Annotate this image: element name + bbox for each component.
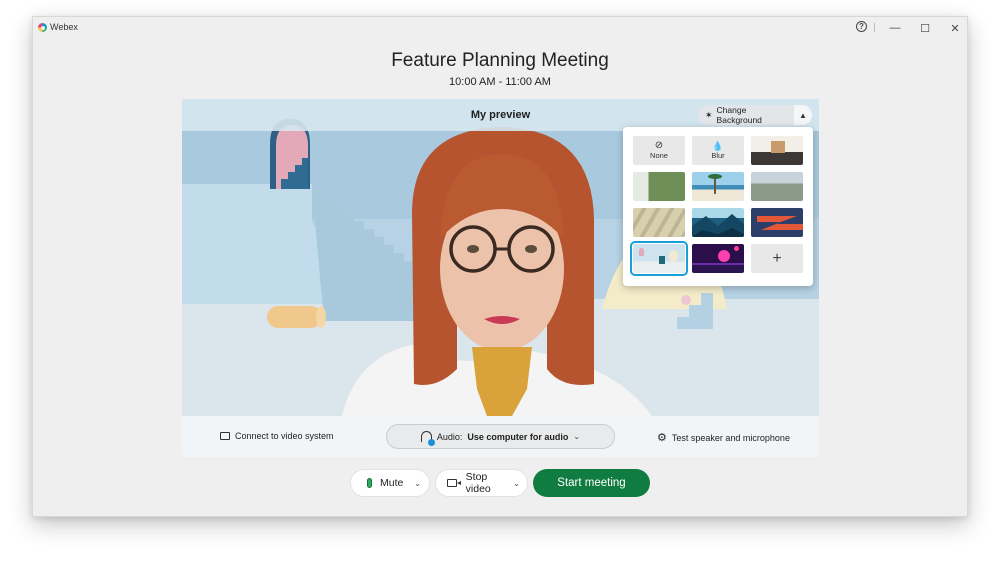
background-pastel-room[interactable]: [630, 241, 688, 276]
tile-decor: [692, 214, 744, 237]
titlebar-divider: [874, 23, 875, 32]
background-blurred-mountains[interactable]: [751, 172, 803, 201]
magic-wand-icon: ✶: [705, 109, 713, 120]
audio-value: Use computer for audio: [467, 431, 569, 442]
mute-options-chevron[interactable]: ⌄: [414, 479, 421, 488]
connect-video-system-label: Connect to video system: [235, 431, 334, 441]
no-background-icon: ⊘: [654, 140, 664, 151]
blur-drop-icon: 💧: [712, 141, 724, 151]
change-background-label: Change Background: [716, 105, 762, 125]
background-red-zigzag[interactable]: [751, 208, 803, 237]
background-office-plants[interactable]: [633, 172, 685, 201]
mute-label: Mute: [380, 477, 404, 489]
chevron-down-icon: ⌄: [573, 432, 581, 441]
background-picker: ⊘ None 💧 Blur +: [623, 127, 813, 286]
add-background-button[interactable]: +: [751, 244, 803, 273]
meeting-title: Feature Planning Meeting: [391, 50, 609, 71]
video-options-chevron[interactable]: ⌄: [513, 479, 520, 488]
tile-decor: [659, 256, 665, 264]
help-icon[interactable]: ?: [856, 21, 867, 32]
test-speaker-mic-label: Test speaker and microphone: [671, 432, 790, 443]
test-speaker-mic-button[interactable]: ⚙ Test speaker and microphone: [657, 431, 790, 444]
minimize-button[interactable]: —: [884, 19, 906, 37]
mute-button[interactable]: Mute ⌄: [350, 469, 430, 497]
microphone-icon: [367, 478, 372, 488]
tile-decor: [708, 174, 722, 179]
tile-decor: [718, 250, 730, 262]
tile-decor: [734, 246, 739, 251]
title-bar: Webex ? — ☐ ✕: [33, 17, 967, 39]
stop-video-button[interactable]: Stop video ⌄: [435, 469, 528, 497]
audio-prefix: Audio:: [436, 431, 463, 442]
video-preview: My preview ✶ Change Background ▲ ⊘ None …: [182, 99, 819, 457]
background-living-room[interactable]: [751, 136, 803, 165]
change-background-button[interactable]: ✶ Change Background: [698, 105, 794, 125]
tile-decor: [639, 248, 644, 256]
background-neon-synthwave[interactable]: [692, 244, 744, 273]
close-button[interactable]: ✕: [944, 19, 966, 37]
webex-window: Webex ? — ☐ ✕ Feature Planning Meeting 1…: [32, 16, 968, 517]
background-blur-label: Blur: [711, 151, 725, 160]
audio-selector[interactable]: Audio: Use computer for audio ⌄: [386, 424, 615, 449]
background-wall-shadows[interactable]: [633, 208, 685, 237]
cast-icon: [220, 432, 230, 440]
app-name: Webex: [50, 22, 78, 32]
maximize-button[interactable]: ☐: [914, 19, 936, 37]
meeting-time: 10:00 AM - 11:00 AM: [449, 76, 551, 88]
connect-video-system-button[interactable]: Connect to video system: [220, 431, 334, 441]
background-beach[interactable]: [692, 172, 744, 201]
gear-icon: ⚙: [657, 432, 667, 444]
tile-decor: [771, 141, 785, 153]
preview-controls-bar: Connect to video system Audio: Use compu…: [182, 416, 819, 457]
background-none-label: None: [650, 151, 668, 160]
background-none[interactable]: ⊘ None: [633, 136, 685, 165]
webex-logo-icon: [38, 23, 47, 32]
stop-video-label: Stop video: [465, 471, 491, 495]
start-meeting-button[interactable]: Start meeting: [533, 469, 650, 497]
headset-icon: [420, 431, 435, 446]
background-blur[interactable]: 💧 Blur: [692, 136, 744, 165]
tile-decor: [669, 250, 678, 262]
video-camera-icon: [447, 479, 461, 487]
background-blue-mountains[interactable]: [692, 208, 744, 237]
tile-decor: [757, 216, 803, 230]
